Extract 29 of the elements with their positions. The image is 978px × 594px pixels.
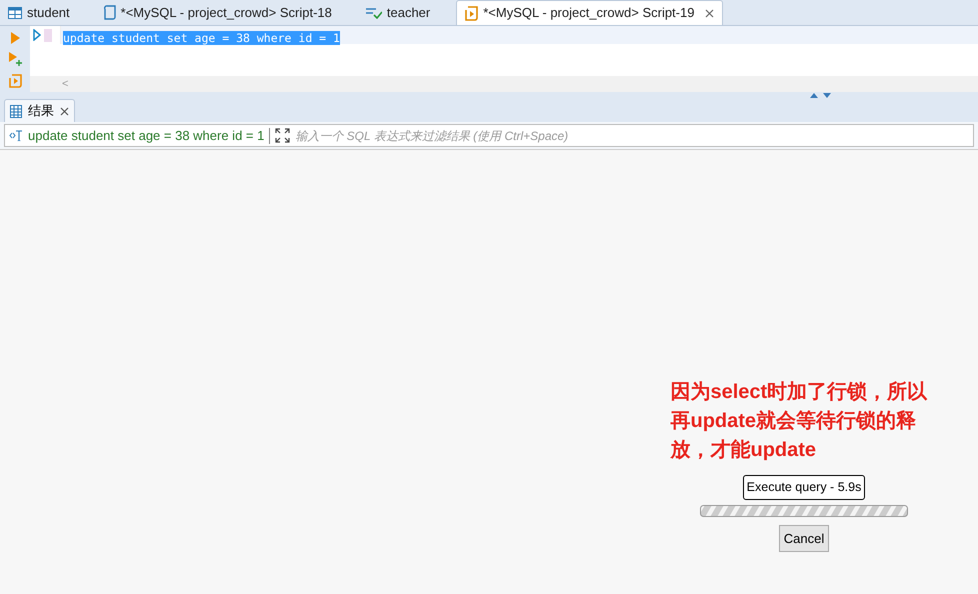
script-icon <box>104 5 116 20</box>
annotation-text: 因为select时加了行锁，所以再update就会等待行锁的释放，才能update <box>670 380 928 463</box>
editor-tab[interactable]: student <box>0 0 78 25</box>
check-list-icon <box>366 6 382 18</box>
filter-field[interactable]: update student set age = 38 where id = 1 输入一个 SQL 表达式来过滤结果 (使用 Ctrl+Space) <box>4 124 974 147</box>
filter-input[interactable]: 输入一个 SQL 表达式来过滤结果 (使用 Ctrl+Space) <box>295 126 969 144</box>
expand-icon[interactable] <box>275 128 290 143</box>
script-icon <box>465 6 478 20</box>
run-icon[interactable] <box>10 32 20 44</box>
tab-label: student <box>27 4 70 22</box>
tab-label: *<MySQL - project_crowd> Script-19 <box>483 4 694 22</box>
tab-label: teacher <box>386 4 430 22</box>
results-tab[interactable]: 结果 <box>4 99 75 122</box>
editor-tab[interactable]: *<MySQL - project_crowd> Script-19 <box>456 0 724 25</box>
grid-icon <box>10 104 22 118</box>
editor-tab[interactable]: *<MySQL - project_crowd> Script-18 <box>96 0 340 25</box>
table-icon <box>8 6 22 18</box>
run-new-icon[interactable] <box>8 52 22 66</box>
query-text: update student set age = 38 where id = 1 <box>28 126 264 145</box>
progress-label: Execute query - 5.9s <box>742 475 866 500</box>
cancel-button[interactable]: Cancel <box>778 524 830 552</box>
close-icon[interactable] <box>60 106 69 116</box>
close-icon[interactable] <box>705 8 714 18</box>
editor-tab[interactable]: teacher <box>358 0 438 25</box>
query-icon <box>9 130 23 141</box>
script-run-icon[interactable] <box>8 74 22 88</box>
tab-label: *<MySQL - project_crowd> Script-18 <box>120 4 332 22</box>
play-marker-icon <box>33 29 41 41</box>
tab-label: 结果 <box>28 102 54 120</box>
